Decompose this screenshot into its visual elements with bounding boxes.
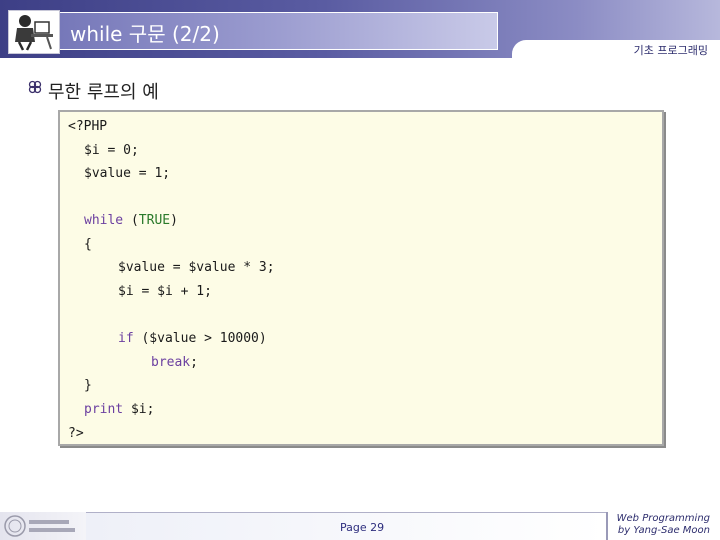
code-token: $value = $value * 3; bbox=[118, 260, 275, 275]
code-token: ; bbox=[190, 355, 198, 370]
code-line: $i = 0; bbox=[84, 142, 139, 160]
code-token: } bbox=[84, 378, 92, 393]
code-token: <?PHP bbox=[68, 119, 108, 134]
code-token: { bbox=[84, 237, 92, 252]
code-token: if bbox=[118, 331, 134, 346]
code-line: ?> bbox=[68, 425, 84, 443]
code-token: TRUE bbox=[138, 213, 171, 228]
code-token: $i; bbox=[123, 402, 155, 417]
code-token: break bbox=[151, 355, 191, 370]
logo bbox=[8, 10, 60, 54]
code-token: $value = 1; bbox=[84, 166, 171, 181]
code-token: ?> bbox=[68, 426, 84, 441]
person-at-desk-icon bbox=[15, 15, 53, 51]
flower-bullet-icon bbox=[28, 80, 42, 94]
footer-divider bbox=[606, 512, 608, 540]
code-line: break; bbox=[151, 354, 198, 372]
credit-line-2: by Yang-Sae Moon bbox=[617, 525, 710, 536]
code-token: $i = 0; bbox=[84, 143, 139, 158]
code-line: while (TRUE) bbox=[84, 212, 178, 230]
slide-title: while 구문 (2/2) bbox=[70, 22, 220, 46]
code-line: if ($value > 10000) bbox=[118, 330, 267, 348]
code-token: ( bbox=[123, 213, 139, 228]
code-line: $value = 1; bbox=[84, 165, 170, 183]
code-token: $i = $i + 1; bbox=[118, 284, 212, 299]
code-token: ) bbox=[170, 213, 178, 228]
code-token: while bbox=[84, 213, 124, 228]
code-line: } bbox=[84, 377, 92, 395]
code-block: <?PHP $i = 0; $value = 1; while (TRUE) {… bbox=[58, 110, 664, 446]
code-line: print $i; bbox=[84, 401, 154, 419]
credit: Web Programming by Yang-Sae Moon bbox=[617, 513, 710, 537]
university-seal-icon bbox=[4, 515, 75, 537]
code-token: ($value > 10000) bbox=[133, 331, 267, 346]
credit-line-1: Web Programming bbox=[616, 513, 710, 524]
code-line: $value = $value * 3; bbox=[118, 259, 275, 277]
bullet-text: 무한 루프의 예 bbox=[48, 82, 159, 103]
code-line: { bbox=[84, 236, 92, 254]
code-line: <?PHP bbox=[68, 118, 107, 136]
course-name: 기초 프로그래밍 bbox=[633, 44, 708, 57]
page-number: Page 29 bbox=[340, 521, 385, 534]
code-token: print bbox=[84, 402, 124, 417]
code-line: $i = $i + 1; bbox=[118, 283, 212, 301]
